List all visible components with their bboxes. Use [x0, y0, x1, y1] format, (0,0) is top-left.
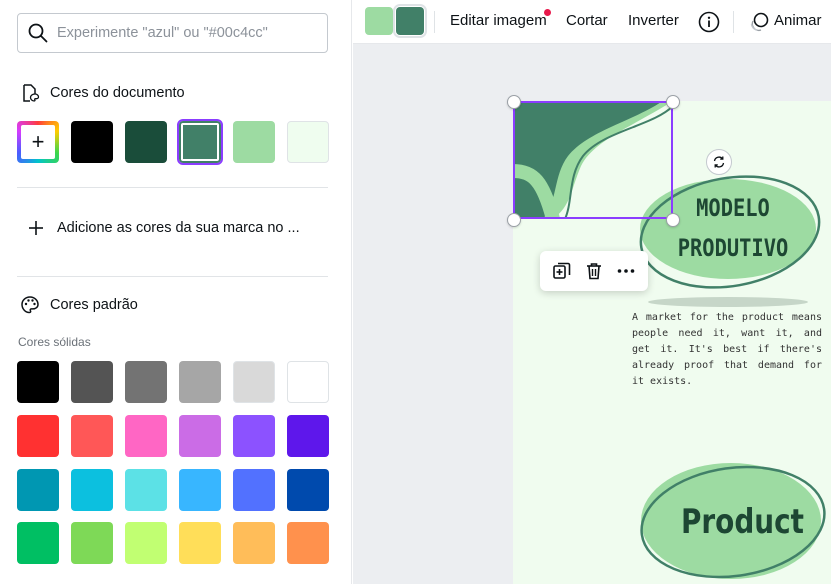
info-icon[interactable]	[698, 11, 720, 33]
resize-handle-top-right[interactable]	[666, 95, 680, 109]
default-color-swatch[interactable]	[233, 469, 275, 511]
doc-color-swatch[interactable]	[125, 121, 167, 163]
selection-box	[513, 101, 673, 219]
default-color-swatch[interactable]	[125, 469, 167, 511]
toolbar-divider	[733, 11, 734, 33]
default-color-swatch[interactable]	[125, 361, 167, 403]
design-canvas[interactable]: MODELO PRODUTIVO A market for the produc…	[353, 44, 831, 584]
default-color-swatch[interactable]	[71, 415, 113, 457]
add-brand-colors-button[interactable]: Adicione as cores da sua marca no ...	[28, 220, 300, 236]
crop-button[interactable]: Cortar	[566, 12, 608, 29]
doc-color-swatch[interactable]	[287, 121, 329, 163]
color-panel: Cores do documento + Adicione as cores d…	[0, 0, 352, 584]
default-color-swatch[interactable]	[125, 522, 167, 564]
default-color-swatch[interactable]	[17, 469, 59, 511]
doc-color-swatch[interactable]	[233, 121, 275, 163]
add-brand-colors-label: Adicione as cores da sua marca no ...	[57, 220, 300, 236]
canvas-product-text[interactable]: Product	[681, 502, 804, 542]
more-options-button[interactable]	[612, 257, 640, 285]
canvas-title-line2[interactable]: PRODUTIVO	[665, 234, 801, 262]
animate-button[interactable]: Animar	[774, 12, 822, 29]
doc-colors-header: Cores do documento	[19, 82, 185, 104]
toolbar-color-swatch-selected[interactable]	[393, 4, 427, 38]
top-toolbar: Editar imagem Cortar Inverter Animar	[353, 0, 831, 44]
default-color-swatch[interactable]	[71, 469, 113, 511]
default-color-swatch[interactable]	[17, 415, 59, 457]
resize-handle-bottom-right[interactable]	[666, 213, 680, 227]
default-colors-title: Cores padrão	[50, 297, 138, 313]
default-color-swatch[interactable]	[179, 361, 221, 403]
toolbar-color-swatch[interactable]	[365, 7, 393, 35]
canvas-title-line1[interactable]: MODELO	[674, 194, 793, 222]
animate-icon	[750, 12, 769, 32]
default-color-swatch[interactable]	[179, 415, 221, 457]
default-color-swatch[interactable]	[17, 522, 59, 564]
delete-button[interactable]	[580, 257, 608, 285]
more-dots-icon	[617, 269, 635, 273]
add-color-button[interactable]: +	[17, 121, 59, 163]
divider	[17, 276, 328, 277]
default-color-swatch[interactable]	[17, 361, 59, 403]
default-color-swatch[interactable]	[233, 415, 275, 457]
edit-image-button[interactable]: Editar imagem	[450, 12, 547, 29]
color-search-input[interactable]	[57, 25, 307, 41]
plus-icon	[29, 221, 43, 235]
doc-color-swatch[interactable]	[71, 121, 113, 163]
rotate-icon	[713, 156, 725, 168]
palette-icon	[19, 294, 41, 316]
duplicate-icon	[553, 262, 571, 279]
default-colors-header: Cores padrão	[19, 294, 138, 316]
default-color-swatch[interactable]	[233, 361, 275, 403]
search-icon	[28, 23, 48, 43]
document-palette-icon	[19, 82, 41, 104]
notification-dot	[544, 9, 551, 16]
toolbar-divider	[434, 11, 435, 33]
default-color-swatch[interactable]	[71, 522, 113, 564]
doc-colors-title: Cores do documento	[50, 85, 185, 101]
divider	[17, 187, 328, 188]
solid-colors-label: Cores sólidas	[18, 335, 91, 349]
canvas-body-text[interactable]: A market for the product means people ne…	[632, 310, 822, 390]
default-color-swatch[interactable]	[125, 415, 167, 457]
default-color-swatch[interactable]	[287, 361, 329, 403]
default-color-swatch[interactable]	[179, 522, 221, 564]
resize-handle-top-left[interactable]	[507, 95, 521, 109]
default-color-swatch[interactable]	[71, 361, 113, 403]
default-color-swatch[interactable]	[287, 415, 329, 457]
default-color-swatch[interactable]	[179, 469, 221, 511]
resize-handle-bottom-left[interactable]	[507, 213, 521, 227]
trash-icon	[587, 263, 601, 280]
default-color-swatch[interactable]	[233, 522, 275, 564]
flip-button[interactable]: Inverter	[628, 12, 679, 29]
rotate-handle[interactable]	[706, 149, 732, 175]
default-color-swatch[interactable]	[287, 522, 329, 564]
duplicate-button[interactable]	[548, 257, 576, 285]
doc-color-swatch[interactable]	[177, 119, 223, 165]
element-context-menu	[540, 251, 648, 291]
default-color-swatch[interactable]	[287, 469, 329, 511]
color-search-box[interactable]	[17, 13, 328, 53]
plus-icon: +	[31, 129, 45, 154]
